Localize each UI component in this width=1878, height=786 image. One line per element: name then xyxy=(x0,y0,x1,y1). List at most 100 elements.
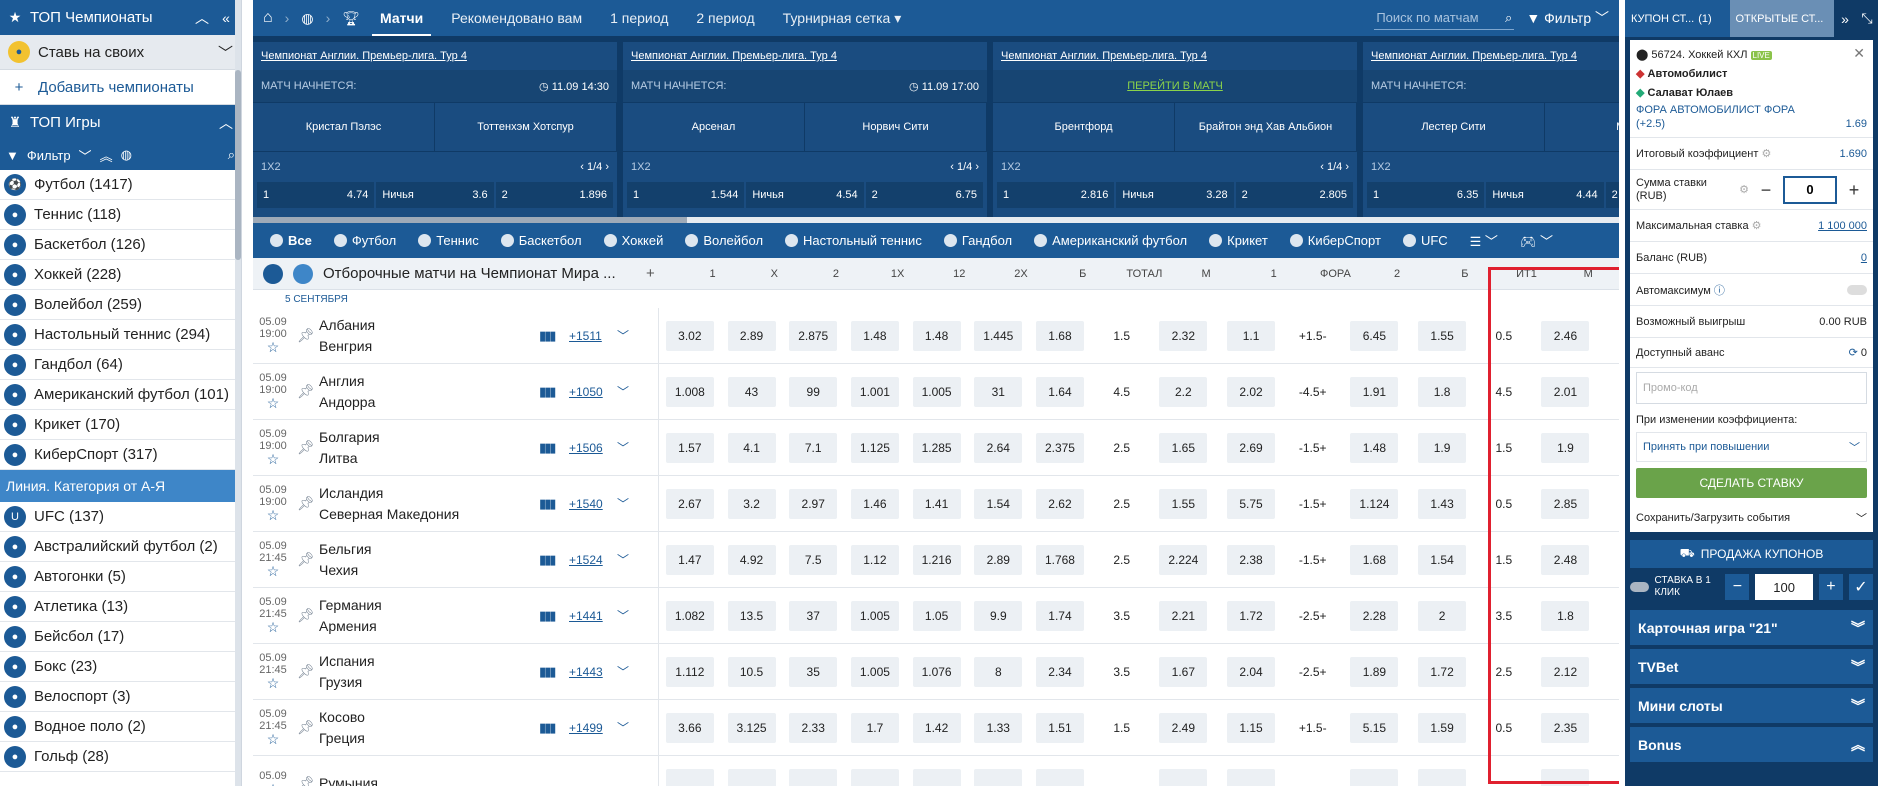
odd-cell[interactable]: 7.5 xyxy=(782,544,844,575)
odd-cell[interactable]: 2.02 xyxy=(1220,376,1282,407)
odd-cell[interactable]: 1.082 xyxy=(659,600,721,631)
match-teams[interactable]: Косово Греция xyxy=(319,707,539,749)
add-championships-row[interactable]: + Добавить чемпионаты xyxy=(0,70,241,105)
gear-icon[interactable]: ⚙ xyxy=(1739,183,1749,196)
odd-cell[interactable]: 1.8 xyxy=(1411,376,1473,407)
column-header[interactable]: Б xyxy=(1052,268,1114,280)
stats-icon[interactable]: ▮▮▮ xyxy=(539,496,569,512)
odd-cell[interactable]: 1.7 xyxy=(844,712,906,743)
odd-cell[interactable]: 1.768 xyxy=(1029,544,1091,575)
odd-cell[interactable]: 1.67 xyxy=(1153,656,1215,687)
one-click-toggle[interactable] xyxy=(1630,582,1649,592)
nav-period-2[interactable]: 2 период xyxy=(688,10,762,26)
column-header[interactable]: 12 xyxy=(928,268,990,280)
resize-icon[interactable]: ⤡ xyxy=(1856,10,1878,27)
more-markets-link[interactable]: +1506 xyxy=(569,441,617,455)
stats-icon[interactable]: ▮▮▮ xyxy=(539,440,569,456)
odd-cell[interactable] xyxy=(659,768,721,786)
pin-icon[interactable]: 📌︎ xyxy=(293,719,319,736)
odd-cell[interactable]: -1.5+ xyxy=(1282,545,1344,575)
odd-cell[interactable]: -1.5+ xyxy=(1282,433,1344,463)
column-header[interactable]: 1X xyxy=(867,268,929,280)
odd-cell[interactable]: 1.51 xyxy=(1029,712,1091,743)
favorite-star-icon[interactable]: ☆ xyxy=(253,451,293,467)
nav-tournament-bracket[interactable]: Турнирная сетка ▾ xyxy=(775,10,910,27)
odd-cell[interactable]: 1.68 xyxy=(1029,320,1091,351)
odd-cell[interactable]: 2.85 xyxy=(1535,488,1597,519)
pin-icon[interactable]: 📌︎ xyxy=(293,551,319,568)
accordion-item[interactable]: Bonus ︽ xyxy=(1630,727,1873,762)
market-pager[interactable]: ‹ 1/4 › xyxy=(580,161,609,173)
column-header[interactable]: X xyxy=(743,268,805,280)
chevron-down-icon[interactable]: ﹀ xyxy=(617,551,637,568)
odd-cell[interactable]: 2.04 xyxy=(1220,656,1282,687)
odd-cell[interactable]: 1.59 xyxy=(1411,712,1473,743)
odd-cell[interactable]: 1.48 xyxy=(1344,432,1406,463)
favorite-star-icon[interactable]: ☆ xyxy=(253,675,293,691)
expand-icon[interactable]: » xyxy=(1834,11,1856,27)
double-chevron-up-icon[interactable]: ︽ xyxy=(100,146,113,165)
stats-icon[interactable]: ▮▮▮ xyxy=(539,664,569,680)
sport-item[interactable]: ● Гандбол (64) xyxy=(0,350,241,380)
sport-item[interactable]: ● Гольф (28) xyxy=(0,742,241,772)
column-header[interactable]: М xyxy=(1175,268,1237,280)
promo-code-input[interactable]: Промо-код xyxy=(1636,372,1867,404)
match-teams[interactable]: Румыния xyxy=(319,773,539,786)
odd-cell[interactable]: 1.54 xyxy=(967,488,1029,519)
odd-cell[interactable]: 99 xyxy=(782,376,844,407)
odd-cell[interactable]: 1.54 xyxy=(1411,544,1473,575)
column-header[interactable]: 2 xyxy=(805,268,867,280)
table-row[interactable]: 05.09 19:00 ☆ 📌︎ Албания Венгрия ▮▮▮ +1511 ﹀ 3.02… xyxy=(253,307,1619,364)
odd-1-button[interactable]: 1 6.35 xyxy=(1367,182,1485,208)
more-markets-link[interactable]: +1443 xyxy=(569,665,617,679)
odd-cell[interactable]: 0.5 xyxy=(1473,489,1535,519)
max-stake-value[interactable]: 1 100 000 xyxy=(1818,220,1867,232)
odd-cell[interactable]: 6.45 xyxy=(1344,320,1406,351)
odd-cell[interactable]: 3.2 xyxy=(721,488,783,519)
odd-cell[interactable]: 37 xyxy=(782,600,844,631)
filter-button[interactable]: ▼ Фильтр ﹀ xyxy=(1526,8,1609,28)
sport-item[interactable]: ● Крикет (170) xyxy=(0,410,241,440)
odd-cell[interactable]: 2.35 xyxy=(1535,712,1597,743)
odd-cell[interactable] xyxy=(1344,768,1406,786)
stats-icon[interactable]: ▮▮▮ xyxy=(539,384,569,400)
odd-cell[interactable]: 1.9 xyxy=(1535,432,1597,463)
accordion-item[interactable]: Мини слоты ︾ xyxy=(1630,688,1873,723)
chevron-down-icon[interactable]: ﹀ xyxy=(617,719,637,736)
chevron-down-icon[interactable]: ﹀ xyxy=(617,607,637,624)
sell-coupons-button[interactable]: ⛟ ПРОДАЖА КУПОНОВ xyxy=(1630,540,1873,568)
odd-cell[interactable]: 4.92 xyxy=(721,544,783,575)
odd-cell[interactable]: 1.076 xyxy=(906,656,968,687)
column-header[interactable]: М xyxy=(1557,268,1619,280)
chevron-down-icon[interactable]: ﹀ xyxy=(617,383,637,400)
tab-sport[interactable]: КиберСпорт xyxy=(1279,223,1392,258)
odd-cell[interactable] xyxy=(1473,769,1535,786)
odd-cell[interactable]: 1.48 xyxy=(906,320,968,351)
more-markets-link[interactable]: +1050 xyxy=(569,385,617,399)
odd-cell[interactable]: 7.1 xyxy=(782,432,844,463)
odd-cell[interactable]: 1.124 xyxy=(1344,488,1406,519)
odd-cell[interactable]: 1.55 xyxy=(1411,320,1473,351)
odd-cell[interactable]: 2 xyxy=(1411,600,1473,631)
search-icon[interactable]: ⌕ xyxy=(228,147,235,163)
table-row[interactable]: 05.09 19:00 ☆ 📌︎ Исландия Северная Македония ▮… xyxy=(253,475,1619,532)
globe-icon[interactable]: ◍ xyxy=(121,147,132,163)
odd-cell[interactable]: 4.5 xyxy=(1473,377,1535,407)
odd-cell[interactable]: 1.008 xyxy=(659,376,721,407)
pin-icon[interactable]: 📌︎ xyxy=(293,383,319,400)
go-to-match-link[interactable]: ПЕРЕЙТИ В МАТЧ xyxy=(1127,80,1223,92)
odd-cell[interactable]: 1.125 xyxy=(844,432,906,463)
table-row[interactable]: 05.09 19:00 ☆ 📌︎ Англия Андорра ▮▮▮ +1050 ﹀ 1.008… xyxy=(253,363,1619,420)
odd-cell[interactable]: 1.48 xyxy=(844,320,906,351)
chevron-down-icon[interactable]: ﹀ xyxy=(617,663,637,680)
one-click-confirm-button[interactable]: ✓ xyxy=(1848,574,1873,600)
tab-coupon[interactable]: КУПОН СТ... (1) xyxy=(1625,0,1730,37)
odd-cell[interactable]: 2.224 xyxy=(1153,544,1215,575)
odd-cell[interactable]: 1.005 xyxy=(906,376,968,407)
match-teams[interactable]: Болгария Литва xyxy=(319,427,539,469)
sport-item[interactable]: ● Настольный теннис (294) xyxy=(0,320,241,350)
match-card[interactable]: Чемпионат Англии. Премьер-лига. Тур 4 МАТ… xyxy=(253,42,617,217)
tab-sport[interactable]: Все xyxy=(259,223,323,258)
more-sports-menu[interactable]: ☰ ﹀ xyxy=(1459,223,1509,258)
match-card[interactable]: Чемпионат Англии. Премьер-лига. Тур 4 ПЕР… xyxy=(993,42,1357,217)
